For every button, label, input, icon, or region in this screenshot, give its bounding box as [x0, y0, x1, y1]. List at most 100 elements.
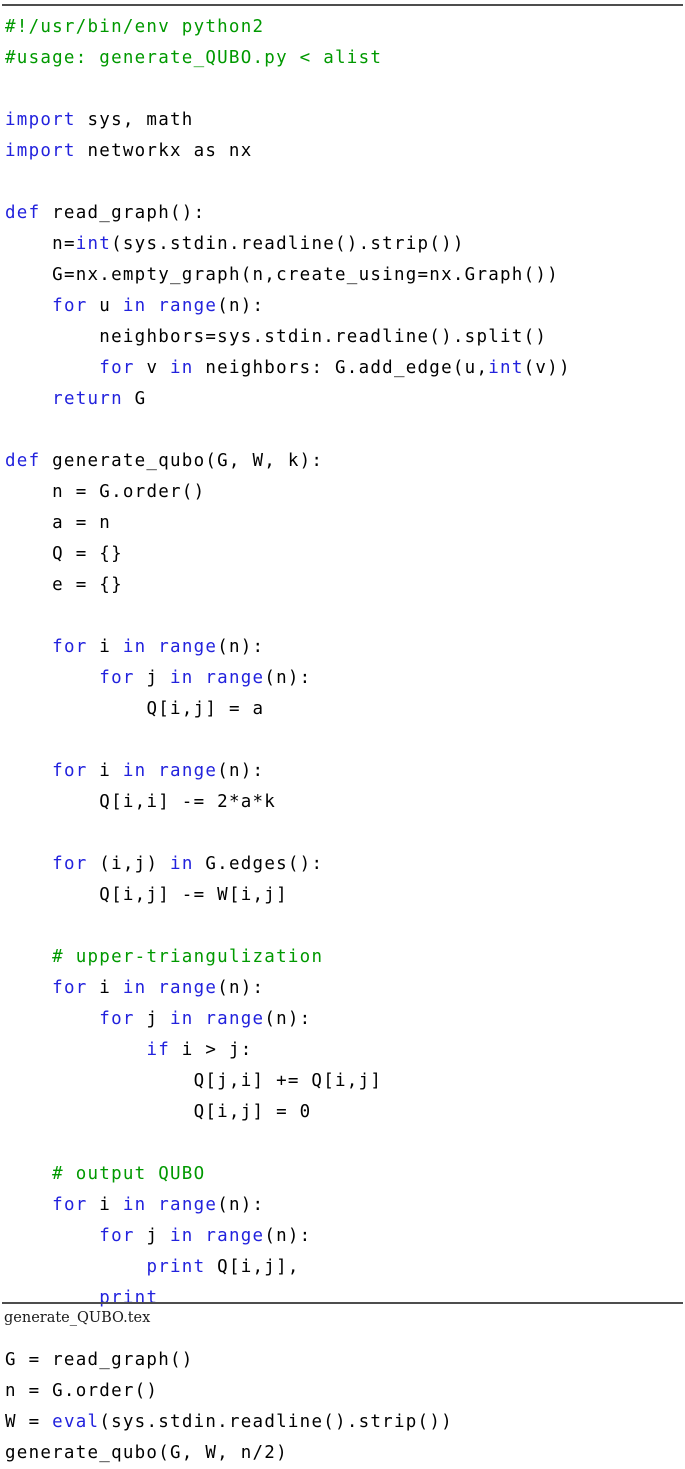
code-line: Q = {} [0, 539, 685, 570]
code-keyword-token: int [488, 358, 524, 378]
code-plain-token: Q[i,j], [205, 1257, 300, 1277]
code-line: W = eval(sys.stdin.readline().strip()) [0, 1407, 685, 1438]
code-line: n = G.order() [0, 1376, 685, 1407]
code-line: if i > j: [0, 1035, 685, 1066]
code-comment-token: #usage: generate_QUBO.py < alist [5, 48, 383, 68]
code-line: print Q[i,j], [0, 1252, 685, 1283]
code-plain-token [194, 668, 206, 688]
code-plain-token: (n): [217, 978, 265, 998]
code-keyword-token: for [99, 358, 135, 378]
code-listing-figure: #!/usr/bin/env python2 #usage: generate_Q… [0, 0, 685, 1463]
code-keyword-token: return [52, 389, 123, 409]
code-line: neighbors=sys.stdin.readline().split() [0, 322, 685, 353]
listing-bottom-rule [2, 1302, 683, 1304]
code-keyword-token: print [99, 1288, 159, 1308]
code-keyword-token: in [122, 637, 147, 657]
code-keyword-token: in [170, 668, 194, 688]
code-line: n = G.order() [0, 477, 685, 508]
code-line: Q[i,j] = 0 [0, 1097, 685, 1128]
code-line: def generate_qubo(G, W, k): [0, 446, 685, 477]
code-keyword-token: range [158, 978, 218, 998]
code-plain-token: n = G.order() [52, 482, 206, 502]
code-keyword-token: range [205, 1009, 265, 1029]
code-plain-token: u [87, 296, 123, 316]
code-plain-token: e = {} [52, 575, 123, 595]
code-keyword-token: range [158, 296, 218, 316]
code-keyword-token: in [122, 296, 147, 316]
code-keyword-token: for [52, 854, 88, 874]
code-plain-token: G=nx.empty_graph(n,create_using=nx.Graph… [52, 265, 559, 285]
code-plain-token: sys, math [75, 110, 194, 130]
code-keyword-token: import [5, 141, 76, 161]
code-keyword-token: eval [52, 1412, 100, 1432]
listing-caption: generate_QUBO.tex [4, 1310, 151, 1326]
code-keyword-token: range [205, 668, 265, 688]
code-plain-token: i [87, 637, 123, 657]
code-keyword-token: for [99, 1226, 135, 1246]
code-plain-token [194, 1009, 206, 1029]
code-plain-token: (n): [217, 761, 265, 781]
code-plain-token: n= [52, 234, 76, 254]
code-plain-token: generate_qubo(G, W, n/2) [5, 1443, 288, 1463]
code-line: e = {} [0, 570, 685, 601]
code-line: Q[i,i] -= 2*a*k [0, 787, 685, 818]
code-keyword-token: in [122, 761, 147, 781]
code-plain-token [146, 1195, 158, 1215]
code-line: def read_graph(): [0, 198, 685, 229]
code-keyword-token: for [52, 978, 88, 998]
code-line: G = read_graph() [0, 1345, 685, 1376]
code-keyword-token: for [99, 1009, 135, 1029]
code-plain-token [146, 637, 158, 657]
code-keyword-token: in [170, 1009, 194, 1029]
code-keyword-token: in [170, 1226, 194, 1246]
code-plain-token: i [87, 1195, 123, 1215]
code-plain-token: (n): [264, 668, 312, 688]
code-line: for j in range(n): [0, 1004, 685, 1035]
code-plain-token: Q[i,j] = a [146, 699, 265, 719]
code-line: #usage: generate_QUBO.py < alist [0, 43, 685, 74]
code-keyword-token: def [5, 203, 41, 223]
code-plain-token: Q[i,i] -= 2*a*k [99, 792, 277, 812]
code-plain-token: (n): [264, 1009, 312, 1029]
code-line: a = n [0, 508, 685, 539]
code-plain-token: (v)) [523, 358, 571, 378]
code-plain-token: v [134, 358, 171, 378]
code-plain-token: j [134, 1009, 171, 1029]
code-line: for i in range(n): [0, 973, 685, 1004]
code-line: Q[j,i] += Q[i,j] [0, 1066, 685, 1097]
code-keyword-token: in [170, 358, 194, 378]
code-keyword-token: in [122, 978, 147, 998]
code-plain-token: i [87, 761, 123, 781]
code-keyword-token: range [205, 1226, 265, 1246]
code-plain-token: G.edges(): [193, 854, 324, 874]
code-plain-token: neighbors=sys.stdin.readline().split() [99, 327, 548, 347]
code-keyword-token: for [52, 761, 88, 781]
code-line: n=int(sys.stdin.readline().strip()) [0, 229, 685, 260]
code-keyword-token: int [75, 234, 112, 254]
code-plain-token: read_graph(): [40, 203, 206, 223]
code-plain-token: (n): [217, 1195, 265, 1215]
code-line: generate_qubo(G, W, n/2) [0, 1438, 685, 1469]
code-keyword-token: print [146, 1257, 206, 1277]
code-line: G=nx.empty_graph(n,create_using=nx.Graph… [0, 260, 685, 291]
